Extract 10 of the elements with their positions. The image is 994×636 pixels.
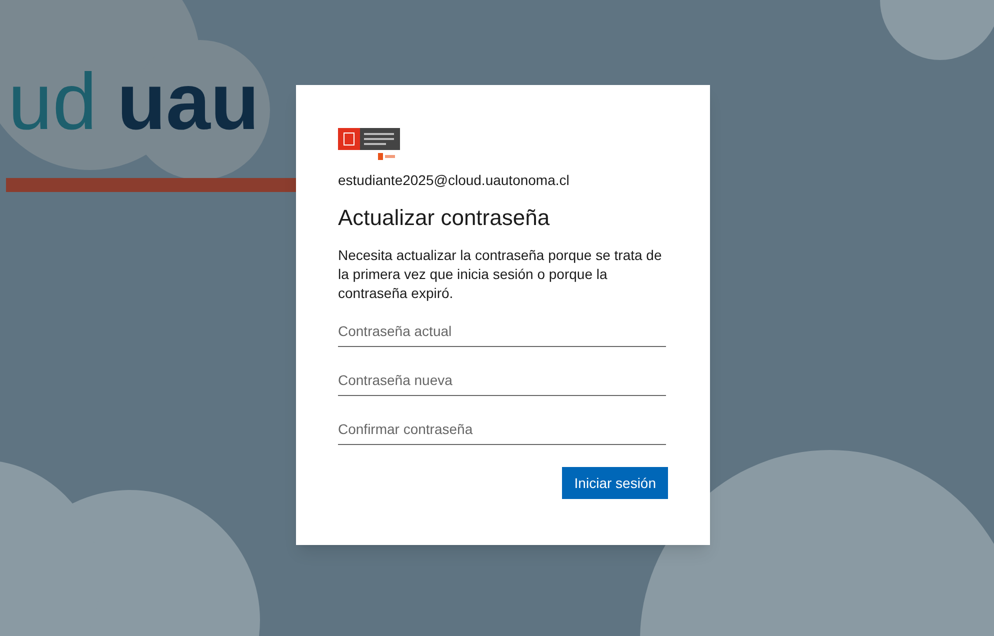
brand-text: uau <box>116 62 260 142</box>
password-field[interactable]: Confirmar contraseña <box>338 413 666 445</box>
account-email: estudiante2025@cloud.uautonoma.cl <box>338 171 570 190</box>
sign-in-button[interactable]: Iniciar sesión <box>562 467 668 499</box>
brand-text: ud <box>8 62 97 142</box>
password-field[interactable]: Contraseña actual <box>338 315 666 347</box>
password-field[interactable]: Contraseña nueva <box>338 364 666 396</box>
dialog-message: Necesita actualizar la contraseña porque se trata de la primera vez que inicia sesión o porque la contraseña expiró. <box>338 246 663 303</box>
dialog-title: Actualizar contraseña <box>338 204 551 232</box>
university-logo <box>338 128 400 162</box>
